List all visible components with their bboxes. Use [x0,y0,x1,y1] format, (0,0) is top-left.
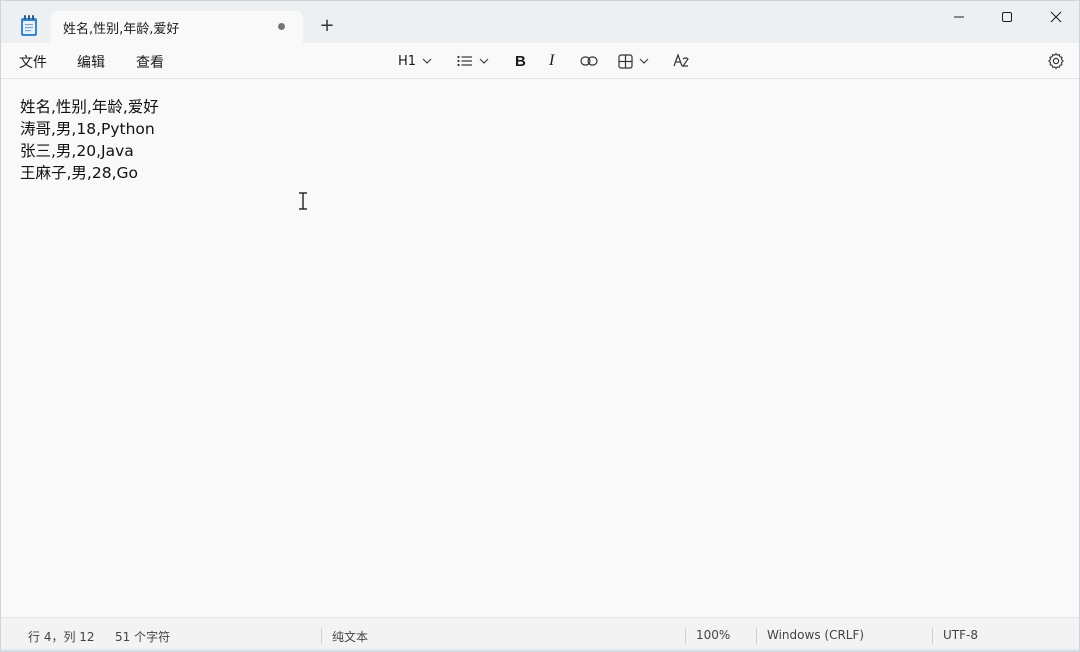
editor-line[interactable]: 王麻子,男,28,Go [20,162,159,184]
bold-button[interactable]: B [515,49,526,73]
editor-content[interactable]: 姓名,性别,年龄,爱好 涛哥,男,18,Python 张三,男,20,Java … [20,96,159,184]
status-divider [756,628,757,644]
text-editor[interactable]: 姓名,性别,年龄,爱好 涛哥,男,18,Python 张三,男,20,Java … [1,80,1079,617]
status-divider [685,628,686,644]
heading-label: H1 [398,53,417,69]
menu-file[interactable]: 文件 [19,52,47,72]
zoom-level[interactable]: 100% [696,628,730,642]
format-mode[interactable]: 纯文本 [332,628,368,645]
maximize-icon [1002,12,1012,22]
status-bar: 行 4，列 12 51 个字符 纯文本 100% Windows (CRLF) … [1,617,1079,651]
italic-icon: I [549,52,555,69]
notepad-app-icon [20,15,38,37]
status-divider [932,628,933,644]
text-cursor-icon [297,191,309,211]
unsaved-dot-icon[interactable] [278,23,285,30]
heading-dropdown[interactable]: H1 [398,49,432,73]
menu-view[interactable]: 查看 [136,52,164,72]
clear-format-icon [673,53,689,67]
tab-title: 姓名,性别,年龄,爱好 [63,22,180,37]
minimize-icon [954,16,964,18]
cursor-position: 行 4，列 12 [28,630,95,644]
link-button[interactable] [580,49,598,73]
link-icon [580,56,598,66]
maximize-button[interactable] [983,1,1031,33]
gear-icon [1048,52,1064,70]
menu-toolbar: 文件 编辑 查看 H1 B I [1,43,1079,79]
minimize-button[interactable] [935,1,983,33]
character-count: 51 个字符 [115,630,171,644]
table-dropdown[interactable] [618,49,649,73]
encoding[interactable]: UTF-8 [943,628,978,642]
line-ending[interactable]: Windows (CRLF) [767,628,864,642]
list-dropdown[interactable] [457,49,489,73]
tab-document[interactable]: 姓名,性别,年龄,爱好 [51,11,303,43]
list-icon [457,55,472,67]
notepad-window: 姓名,性别,年龄,爱好 + 文件 编辑 查看 H1 B I 姓名,性别,年龄,爱… [0,0,1080,652]
settings-button[interactable] [1047,52,1065,70]
menu-edit[interactable]: 编辑 [77,52,105,72]
close-button[interactable] [1032,1,1079,33]
bold-icon: B [515,52,526,70]
title-bar: 姓名,性别,年龄,爱好 + [1,1,1079,43]
editor-line[interactable]: 涛哥,男,18,Python [20,118,159,140]
chevron-down-icon [639,58,649,64]
status-divider [321,628,322,644]
close-icon [1050,11,1062,23]
editor-line[interactable]: 姓名,性别,年龄,爱好 [20,96,159,118]
chevron-down-icon [422,58,432,64]
italic-button[interactable]: I [549,49,554,73]
clear-format-button[interactable] [673,49,690,73]
new-tab-button[interactable]: + [315,14,339,38]
table-icon [618,53,633,69]
editor-line[interactable]: 张三,男,20,Java [20,140,159,162]
chevron-down-icon [479,58,489,64]
